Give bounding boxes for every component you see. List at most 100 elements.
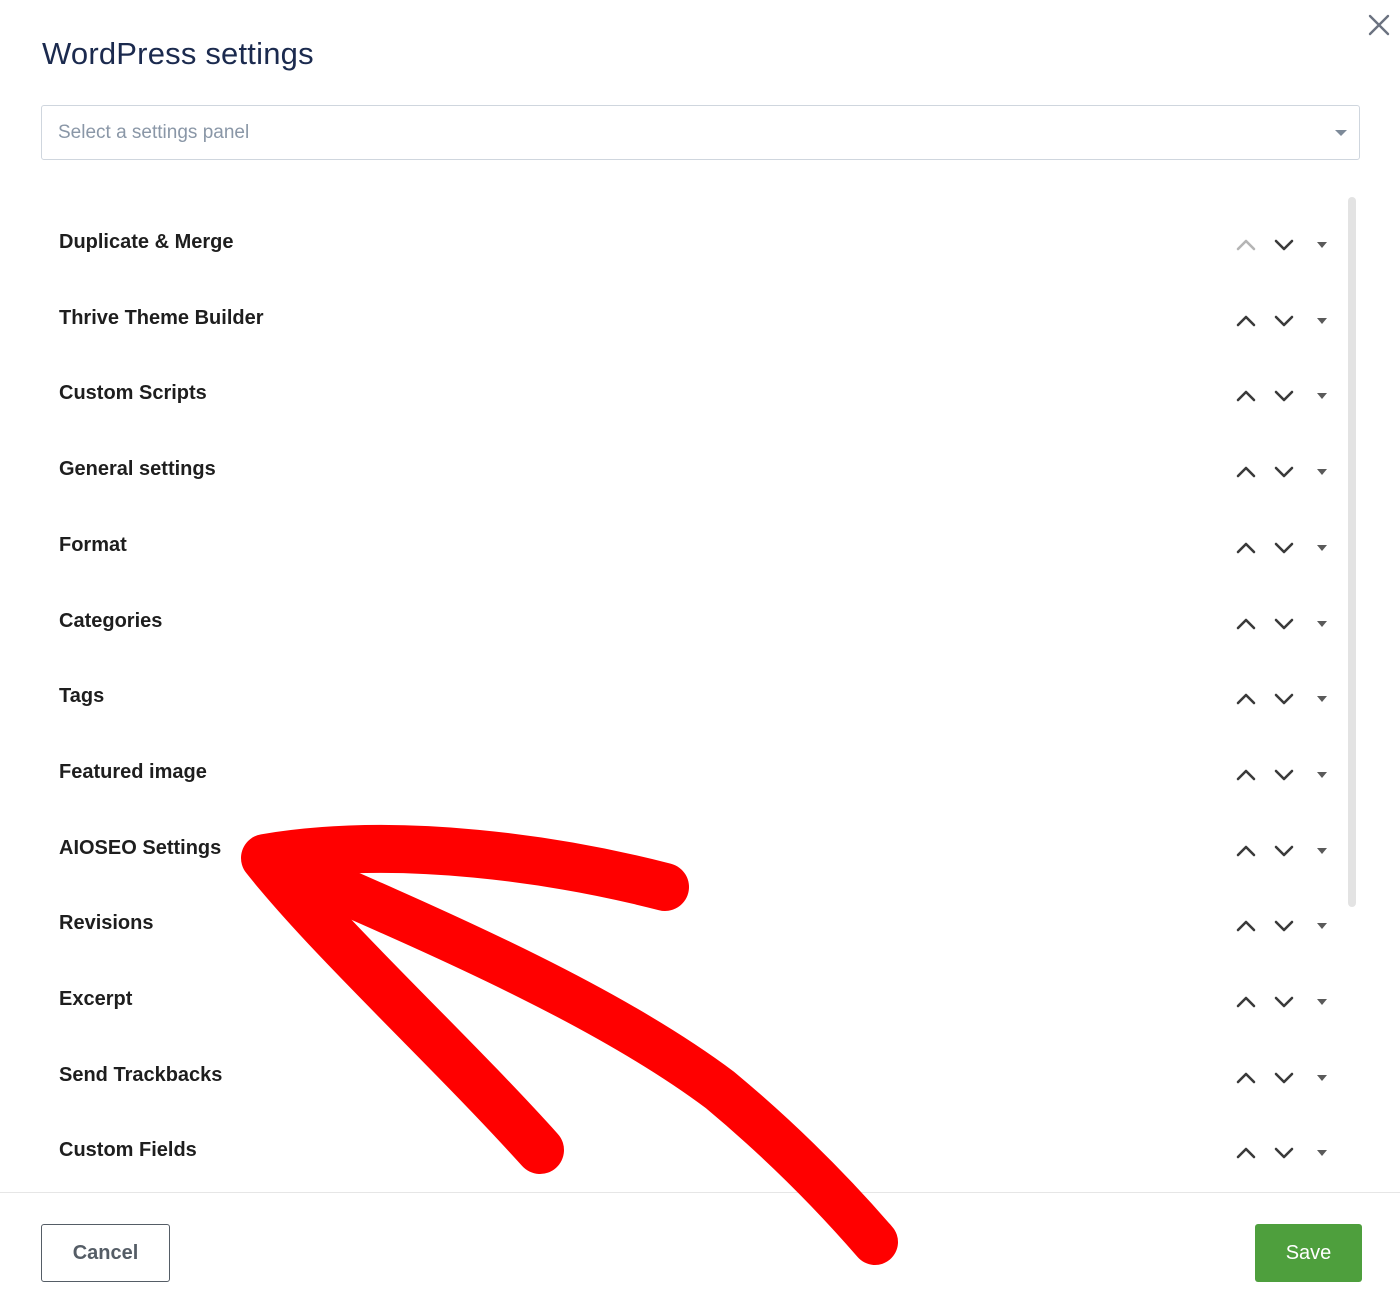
move-down-button[interactable] xyxy=(1271,1065,1297,1091)
move-up-button[interactable] xyxy=(1233,989,1259,1015)
caret-down-icon xyxy=(1317,317,1327,324)
chevron-down-icon xyxy=(1274,1148,1294,1159)
panel-label: Custom Scripts xyxy=(59,382,207,405)
settings-panel-list: Duplicate & Merge Thrive Theme Builder Cus… xyxy=(0,207,1345,1191)
caret-down-icon xyxy=(1317,469,1327,476)
panel-label: General settings xyxy=(59,458,216,481)
expand-panel-button[interactable] xyxy=(1309,611,1335,637)
panel-label: AIOSEO Settings xyxy=(59,836,222,859)
move-down-button[interactable] xyxy=(1271,1140,1297,1166)
panel-label: Excerpt xyxy=(59,988,133,1010)
settings-panel-row: Format xyxy=(0,510,1345,586)
chevron-down-icon xyxy=(1274,769,1294,781)
save-button[interactable]: Save xyxy=(1255,1224,1362,1282)
caret-down-icon xyxy=(1317,393,1327,400)
settings-panel-row: General settings xyxy=(0,434,1345,510)
panel-label: Tags xyxy=(59,685,105,708)
chevron-down-icon xyxy=(1274,315,1294,326)
list-scrollbar[interactable] xyxy=(1348,197,1356,907)
chevron-down-icon xyxy=(1274,920,1294,932)
cancel-button[interactable]: Cancel xyxy=(41,1224,170,1282)
settings-panel-row: Categories xyxy=(0,586,1345,662)
expand-panel-button[interactable] xyxy=(1309,686,1335,712)
move-up-button[interactable] xyxy=(1233,1140,1259,1166)
move-down-button[interactable] xyxy=(1271,308,1297,334)
settings-panel-row: AIOSEO Settings xyxy=(0,813,1345,889)
panel-label: Categories xyxy=(59,609,163,632)
expand-panel-button[interactable] xyxy=(1309,838,1335,864)
caret-down-icon xyxy=(1317,847,1327,854)
chevron-up-icon xyxy=(1236,845,1256,856)
expand-panel-button[interactable] xyxy=(1309,1065,1335,1091)
chevron-down-icon xyxy=(1274,996,1294,1008)
move-up-button[interactable] xyxy=(1233,308,1259,334)
move-up-button[interactable] xyxy=(1233,913,1259,939)
move-down-button[interactable] xyxy=(1271,459,1297,485)
chevron-up-icon xyxy=(1236,769,1256,781)
move-down-button[interactable] xyxy=(1271,232,1297,258)
settings-panel-row: Custom Scripts xyxy=(0,358,1345,434)
move-up-button[interactable] xyxy=(1233,1065,1259,1091)
chevron-down-icon xyxy=(1274,542,1294,554)
chevron-up-icon xyxy=(1236,315,1256,326)
settings-panel-row: Excerpt xyxy=(0,964,1345,1040)
caret-down-icon xyxy=(1317,923,1327,930)
select-placeholder: Select a settings panel xyxy=(58,122,250,143)
expand-panel-button[interactable] xyxy=(1309,308,1335,334)
chevron-up-icon xyxy=(1236,466,1256,478)
move-up-button[interactable] xyxy=(1233,535,1259,561)
caret-down-icon xyxy=(1317,771,1327,778)
move-down-button[interactable] xyxy=(1271,383,1297,409)
caret-down-icon xyxy=(1317,242,1327,248)
move-down-button[interactable] xyxy=(1271,686,1297,712)
panel-label: Featured image xyxy=(59,760,207,783)
expand-panel-button[interactable] xyxy=(1309,383,1335,409)
expand-panel-button[interactable] xyxy=(1309,459,1335,485)
settings-panel-row: Custom Fields xyxy=(0,1115,1345,1191)
move-up-button[interactable] xyxy=(1233,459,1259,485)
panel-label: Send Trackbacks xyxy=(59,1063,223,1086)
chevron-up-icon xyxy=(1236,1072,1256,1083)
caret-down-icon xyxy=(1317,620,1327,627)
move-down-button[interactable] xyxy=(1271,762,1297,788)
move-down-button[interactable] xyxy=(1271,611,1297,637)
dialog-footer: Cancel Save xyxy=(0,1192,1400,1306)
move-up-button[interactable] xyxy=(1233,611,1259,637)
move-up-button[interactable] xyxy=(1233,232,1259,258)
expand-panel-button[interactable] xyxy=(1309,232,1335,258)
chevron-down-icon xyxy=(1274,466,1294,478)
chevron-up-icon xyxy=(1236,996,1256,1008)
chevron-up-icon xyxy=(1236,239,1256,251)
move-down-button[interactable] xyxy=(1271,989,1297,1015)
expand-panel-button[interactable] xyxy=(1309,913,1335,939)
settings-panel-select[interactable]: Select a settings panel xyxy=(41,105,1360,160)
move-up-button[interactable] xyxy=(1233,838,1259,864)
move-down-button[interactable] xyxy=(1271,913,1297,939)
panel-label: Revisions xyxy=(59,912,154,935)
panel-label: Format xyxy=(59,533,127,556)
settings-panel-row: Tags xyxy=(0,661,1345,737)
chevron-up-icon xyxy=(1236,618,1256,629)
move-up-button[interactable] xyxy=(1233,762,1259,788)
expand-panel-button[interactable] xyxy=(1309,989,1335,1015)
move-up-button[interactable] xyxy=(1233,383,1259,409)
expand-panel-button[interactable] xyxy=(1309,535,1335,561)
chevron-up-icon xyxy=(1236,391,1256,402)
caret-down-icon xyxy=(1317,1150,1327,1157)
settings-panel-row: Duplicate & Merge xyxy=(0,207,1345,283)
settings-panel-row: Featured image xyxy=(0,737,1345,813)
settings-panel-row: Send Trackbacks xyxy=(0,1040,1345,1116)
chevron-down-icon xyxy=(1274,239,1294,251)
chevron-up-icon xyxy=(1236,1148,1256,1159)
settings-panel-row: Thrive Theme Builder xyxy=(0,283,1345,359)
expand-panel-button[interactable] xyxy=(1309,762,1335,788)
expand-panel-button[interactable] xyxy=(1309,1140,1335,1166)
caret-down-icon xyxy=(1335,130,1347,136)
move-up-button[interactable] xyxy=(1233,686,1259,712)
close-icon xyxy=(1368,14,1390,36)
move-down-button[interactable] xyxy=(1271,535,1297,561)
close-button[interactable] xyxy=(1364,10,1394,40)
chevron-down-icon xyxy=(1274,618,1294,629)
panel-label: Thrive Theme Builder xyxy=(59,306,264,329)
move-down-button[interactable] xyxy=(1271,838,1297,864)
